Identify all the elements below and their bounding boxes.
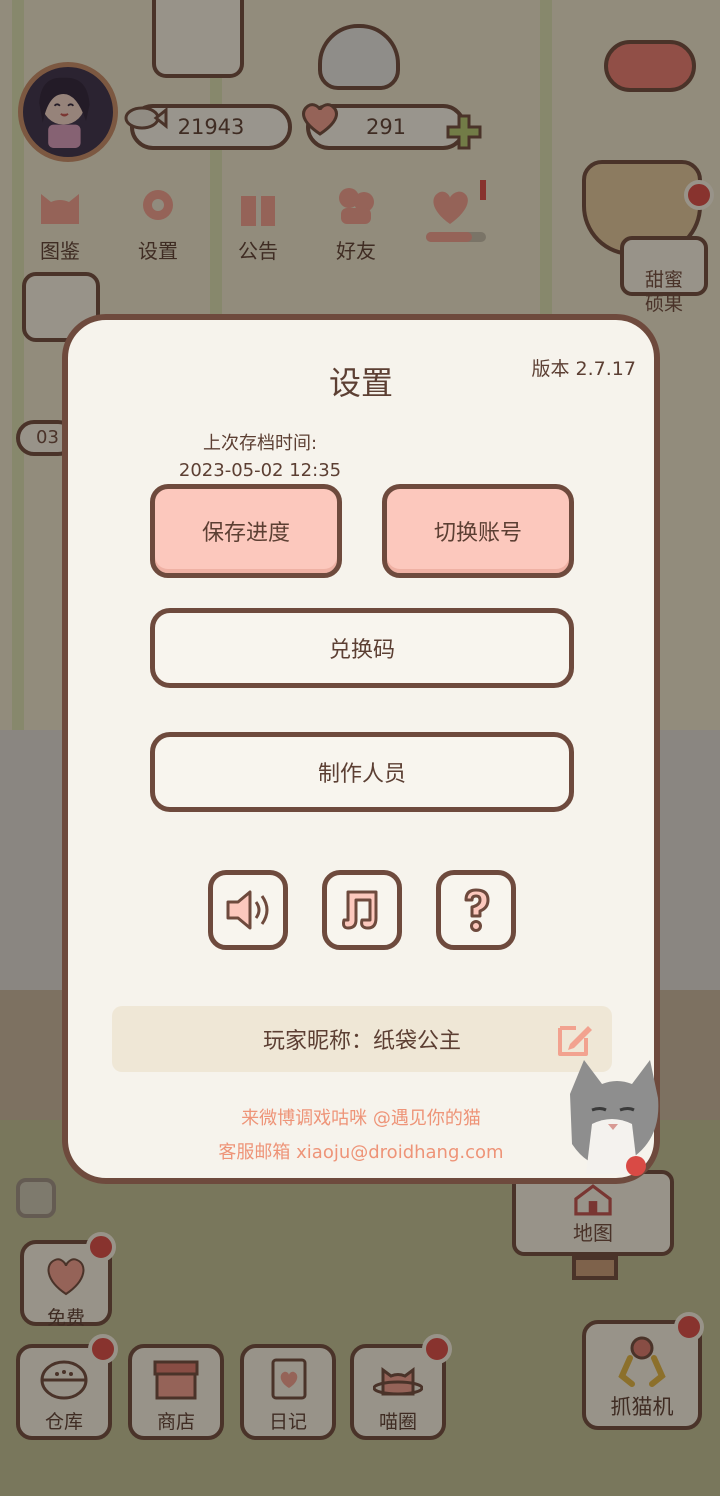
- settings-dialog: 设置 版本 2.7.17 上次存档时间: 2023-05-02 12:35 保存…: [62, 314, 660, 1184]
- speaker-icon: [226, 890, 269, 930]
- last-save-time: 2023-05-02 12:35: [178, 460, 342, 481]
- switch-account-button[interactable]: 切换账号: [382, 484, 574, 578]
- switch-account-label: 切换账号: [433, 521, 522, 546]
- nickname-label: 玩家昵称：: [262, 1029, 373, 1054]
- credits-label: 制作人员: [317, 762, 406, 787]
- credits-button[interactable]: 制作人员: [150, 732, 574, 812]
- question-mark-icon: [464, 888, 490, 932]
- last-save-info: 上次存档时间: 2023-05-02 12:35: [160, 430, 360, 484]
- nickname-bar: 玩家昵称： 纸袋公主: [112, 1006, 612, 1072]
- save-progress-label: 保存进度: [201, 521, 290, 546]
- cat-face-photo-icon: [570, 1060, 659, 1176]
- music-note-icon: [342, 890, 378, 930]
- music-toggle-button[interactable]: [322, 870, 402, 950]
- edit-nickname-button[interactable]: [556, 1020, 594, 1058]
- edit-icon: [558, 1026, 592, 1056]
- sound-toggle-button[interactable]: [208, 870, 288, 950]
- version-text: 版本 2.7.17: [531, 358, 636, 380]
- last-save-label: 上次存档时间:: [202, 433, 318, 454]
- nickname-value: 纸袋公主: [373, 1029, 462, 1054]
- help-button[interactable]: [436, 870, 516, 950]
- redeem-code-label: 兑换码: [328, 638, 395, 663]
- save-progress-button[interactable]: 保存进度: [150, 484, 342, 578]
- redeem-code-button[interactable]: 兑换码: [150, 608, 574, 688]
- cat-photo: [562, 1054, 662, 1182]
